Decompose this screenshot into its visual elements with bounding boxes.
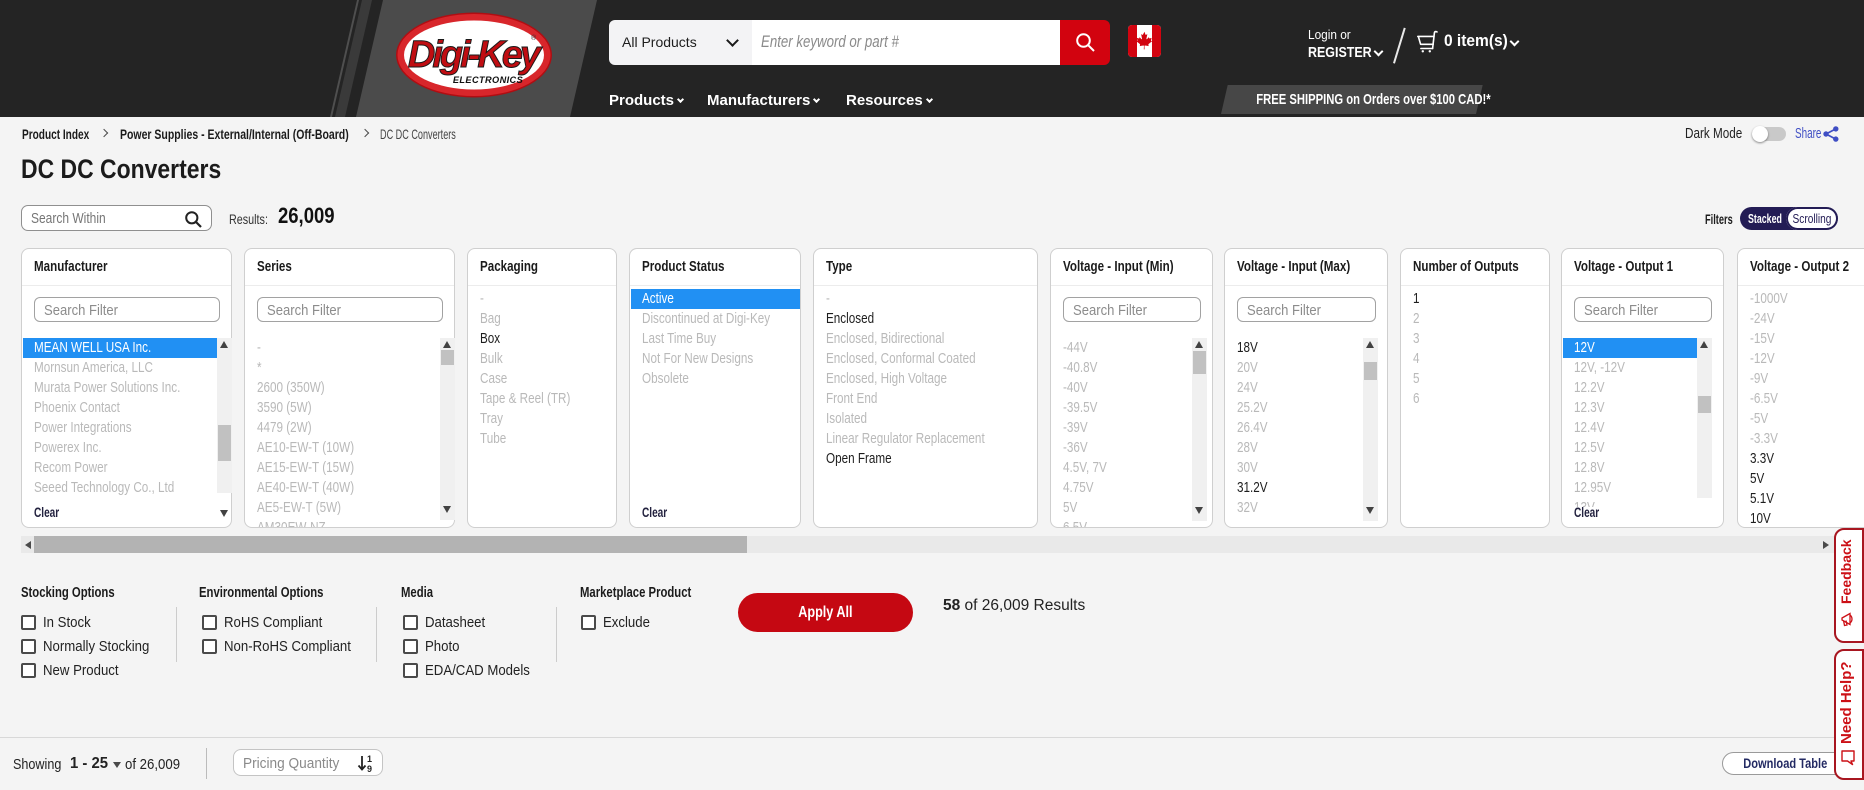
svg-text:Digi-Key: Digi-Key (408, 34, 543, 76)
svg-text:ELECTRONICS: ELECTRONICS (453, 75, 524, 85)
svg-text:1: 1 (367, 754, 372, 764)
svg-text:®: ® (531, 34, 537, 42)
svg-text:9: 9 (367, 764, 372, 773)
